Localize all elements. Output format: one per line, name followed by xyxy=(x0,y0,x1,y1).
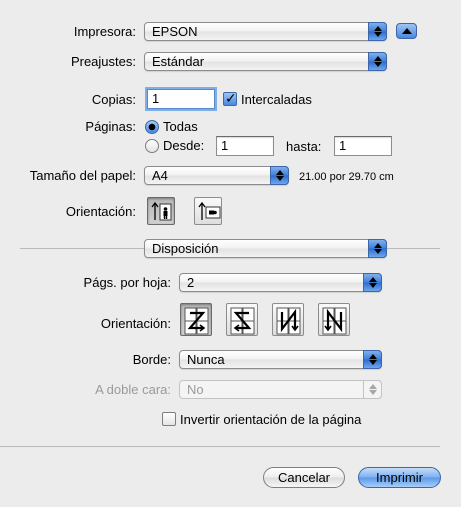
layout-direction-z-button[interactable] xyxy=(180,303,212,336)
section-divider-left xyxy=(20,248,144,249)
duplex-value: No xyxy=(187,382,204,397)
layout-s-icon xyxy=(230,307,255,335)
section-divider-right xyxy=(387,248,440,249)
presets-value: Estándar xyxy=(152,54,205,69)
section-select-arrows-icon xyxy=(368,239,387,258)
pages-to-input[interactable]: 1 xyxy=(334,136,392,156)
printer-select[interactable]: EPSON xyxy=(144,22,387,41)
paper-size-value: A4 xyxy=(152,168,168,183)
presets-label: Preajustes: xyxy=(70,54,136,69)
landscape-icon xyxy=(198,201,221,220)
paper-size-label: Tamaño del papel: xyxy=(29,168,136,183)
paper-dimensions: 21.00 por 29.70 cm xyxy=(299,171,394,183)
collated-checkbox[interactable]: ✓ xyxy=(223,90,237,106)
presets-select-arrows-icon xyxy=(368,52,387,71)
orientation-label: Orientación: xyxy=(65,204,136,219)
printer-label: Impresora: xyxy=(73,24,136,39)
pages-per-sheet-value: 2 xyxy=(187,275,195,290)
pages-per-sheet-arrows-icon xyxy=(363,273,382,292)
portrait-icon xyxy=(151,201,172,221)
presets-select[interactable]: Estándar xyxy=(144,52,387,71)
collated-label: Intercaladas xyxy=(241,92,312,107)
paper-size-select[interactable]: A4 xyxy=(144,166,289,185)
pages-label: Páginas: xyxy=(85,119,136,134)
collapse-disclosure-button[interactable] xyxy=(396,23,417,39)
layout-direction-s-button[interactable] xyxy=(226,303,258,336)
layout-direction-n-button[interactable] xyxy=(318,303,350,336)
bottom-divider xyxy=(0,446,440,447)
layout-n-reverse-icon xyxy=(276,307,301,335)
duplex-select-arrows-icon xyxy=(363,380,382,399)
pages-from-input[interactable]: 1 xyxy=(216,136,274,156)
pages-all-label: Todas xyxy=(163,119,198,134)
paper-size-select-arrows-icon xyxy=(270,166,289,185)
pages-all-radio[interactable] xyxy=(145,120,159,134)
duplex-label: A doble cara: xyxy=(95,382,171,397)
cancel-button[interactable]: Cancelar xyxy=(263,467,345,488)
section-select[interactable]: Disposición xyxy=(144,239,387,258)
pages-per-sheet-label: Págs. por hoja: xyxy=(83,275,171,290)
layout-n-icon xyxy=(322,307,347,335)
reverse-orientation-checkbox[interactable] xyxy=(162,412,176,426)
layout-direction-n-reverse-button[interactable] xyxy=(272,303,304,336)
printer-select-arrows-icon xyxy=(368,22,387,41)
checkmark-icon: ✓ xyxy=(225,90,237,106)
layout-direction-label: Orientación: xyxy=(100,316,171,331)
pages-per-sheet-select[interactable]: 2 xyxy=(179,273,382,292)
pages-to-label: hasta: xyxy=(286,139,322,154)
print-button[interactable]: Imprimir xyxy=(358,467,441,488)
portrait-orientation-button[interactable] xyxy=(147,197,175,225)
pages-range-radio[interactable] xyxy=(145,139,159,153)
duplex-select: No xyxy=(179,380,382,399)
copies-label: Copias: xyxy=(91,92,136,107)
border-select-arrows-icon xyxy=(363,350,382,369)
border-select[interactable]: Nunca xyxy=(179,350,382,369)
printer-value: EPSON xyxy=(152,24,198,39)
pages-from-label: Desde: xyxy=(163,138,205,153)
border-label: Borde: xyxy=(132,352,171,367)
reverse-orientation-label: Invertir orientación de la página xyxy=(180,412,362,427)
border-value: Nunca xyxy=(187,352,225,367)
landscape-orientation-button[interactable] xyxy=(194,197,222,225)
copies-input[interactable]: 1 xyxy=(147,89,215,109)
section-value: Disposición xyxy=(152,241,219,256)
layout-z-icon xyxy=(184,307,209,335)
